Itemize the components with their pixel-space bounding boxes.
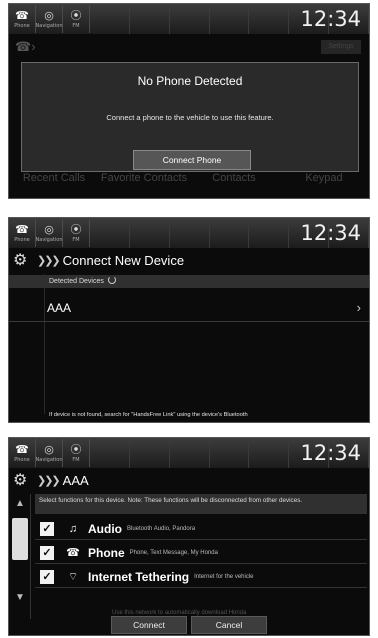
- function-row-phone[interactable]: ✓ ☎ Phone Phone, Text Message, My Honda: [35, 542, 367, 564]
- phone-chevron-icon: ☎›: [15, 39, 36, 54]
- page-title: Connect New Device: [62, 252, 185, 268]
- phone-shortcut-button[interactable]: ☎ Phone: [9, 5, 36, 33]
- music-note-icon: ♫: [68, 522, 78, 535]
- fm-radio-icon: ⦿: [70, 223, 82, 236]
- fm-shortcut-button[interactable]: ⦿ FM: [63, 5, 90, 33]
- fm-shortcut-label: FM: [72, 456, 80, 463]
- checkbox-checked-icon[interactable]: ✓: [40, 545, 54, 560]
- breadcrumb: ⚙ ❯❯❯ Connect New Device: [9, 248, 369, 272]
- phone-icon: ☎: [15, 443, 29, 456]
- tab-recent-calls[interactable]: Recent Calls: [9, 170, 99, 198]
- phone-tabs: Recent Calls Favorite Contacts Contacts …: [9, 170, 369, 198]
- navigation-shortcut-label: Navigation: [35, 22, 63, 29]
- device-name: AAA: [47, 301, 72, 315]
- phone-shortcut-label: Phone: [14, 22, 30, 29]
- functions-note: Select functions for this device. Note: …: [35, 494, 367, 514]
- settings-button[interactable]: Settings: [321, 40, 361, 54]
- no-phone-dialog: No Phone Detected Connect a phone to the…: [21, 62, 359, 172]
- breadcrumb: ⚙ ❯❯❯ AAA: [9, 468, 369, 492]
- detected-devices-label: Detected Devices: [49, 278, 104, 285]
- phone-icon: ☎: [15, 9, 29, 22]
- phone-screen-no-device: ☎ Phone ◎ Navigation ⦿ FM 12:34 ☎› Setti…: [8, 3, 370, 199]
- checkbox-checked-icon[interactable]: ✓: [40, 521, 54, 536]
- phone-header: ☎› Settings: [9, 34, 369, 60]
- function-row-internet-tethering[interactable]: ✓ ⌔ Internet Tethering Internet for the …: [35, 566, 367, 588]
- fm-shortcut-label: FM: [72, 22, 80, 29]
- fm-shortcut-label: FM: [72, 236, 80, 243]
- fm-shortcut-button[interactable]: ⦿ FM: [63, 439, 90, 467]
- function-name: Phone: [88, 545, 125, 560]
- status-bar: ☎ Phone ◎ Navigation ⦿ FM 12:34: [9, 218, 369, 248]
- clock: 12:34: [300, 441, 361, 465]
- navigation-shortcut-label: Navigation: [35, 456, 63, 463]
- phone-icon: ☎: [66, 547, 80, 559]
- wifi-icon: ⌔: [67, 570, 79, 583]
- dialog-message: Connect a phone to the vehicle to use th…: [106, 113, 274, 122]
- navigation-shortcut-button[interactable]: ◎ Navigation: [36, 219, 63, 247]
- tab-contacts[interactable]: Contacts: [189, 170, 279, 198]
- checkbox-checked-icon[interactable]: ✓: [40, 569, 54, 584]
- device-list-item[interactable]: AAA ›: [9, 292, 369, 322]
- fm-radio-icon: ⦿: [70, 9, 82, 22]
- loading-spinner-icon: [107, 276, 116, 284]
- navigation-icon: ◎: [44, 223, 54, 236]
- connect-button[interactable]: Connect: [111, 616, 187, 634]
- tab-favorite-contacts[interactable]: Favorite Contacts: [99, 170, 189, 198]
- fm-radio-icon: ⦿: [70, 443, 82, 456]
- function-description: Bluetooth Audio, Pandora: [127, 525, 196, 532]
- phone-shortcut-button[interactable]: ☎ Phone: [9, 439, 36, 467]
- detected-devices-header: Detected Devices: [9, 275, 369, 288]
- status-bar: ☎ Phone ◎ Navigation ⦿ FM 12:34: [9, 438, 369, 468]
- dialog-title: No Phone Detected: [137, 74, 243, 88]
- phone-shortcut-button[interactable]: ☎ Phone: [9, 219, 36, 247]
- connect-phone-button[interactable]: Connect Phone: [133, 150, 251, 170]
- device-functions-screen: ☎ Phone ◎ Navigation ⦿ FM 12:34 ⚙ ❯❯❯ AA…: [8, 437, 370, 636]
- status-bar: ☎ Phone ◎ Navigation ⦿ FM 12:34: [9, 4, 369, 34]
- function-name: Audio: [88, 521, 122, 536]
- phone-shortcut-label: Phone: [14, 236, 30, 243]
- phone-shortcut-label: Phone: [14, 456, 30, 463]
- fm-shortcut-button[interactable]: ⦿ FM: [63, 219, 90, 247]
- action-bar: Connect Cancel: [9, 613, 369, 635]
- clock: 12:34: [300, 221, 361, 245]
- chevrons-icon: ❯❯❯: [37, 474, 61, 487]
- phone-icon: ☎: [15, 223, 29, 236]
- scrollbar[interactable]: ▲ ▼: [9, 494, 31, 619]
- navigation-icon: ◎: [44, 443, 54, 456]
- navigation-shortcut-button[interactable]: ◎ Navigation: [36, 5, 63, 33]
- page-title: AAA: [62, 472, 89, 488]
- settings-gear-icon[interactable]: ⚙: [13, 470, 33, 490]
- navigation-icon: ◎: [44, 9, 54, 22]
- chevrons-icon: ❯❯❯: [37, 254, 61, 267]
- function-name: Internet Tethering: [88, 569, 190, 584]
- cancel-button[interactable]: Cancel: [191, 616, 267, 634]
- settings-gear-icon[interactable]: ⚙: [13, 250, 33, 270]
- function-description: Phone, Text Message, My Honda: [129, 549, 218, 556]
- clock: 12:34: [300, 7, 361, 31]
- scroll-thumb[interactable]: [12, 518, 28, 560]
- function-description: Internet for the vehicle: [194, 573, 254, 580]
- connect-new-device-screen: ☎ Phone ◎ Navigation ⦿ FM 12:34 ⚙ ❯❯❯ Co…: [8, 217, 370, 423]
- function-row-audio[interactable]: ✓ ♫ Audio Bluetooth Audio, Pandora: [35, 518, 367, 540]
- tab-keypad[interactable]: Keypad: [279, 170, 369, 198]
- navigation-shortcut-label: Navigation: [35, 236, 63, 243]
- navigation-shortcut-button[interactable]: ◎ Navigation: [36, 439, 63, 467]
- scroll-up-icon[interactable]: ▲: [13, 498, 27, 512]
- search-hint: If device is not found, search for "Hand…: [49, 412, 248, 418]
- scroll-down-icon[interactable]: ▼: [13, 592, 27, 606]
- chevron-right-icon: ›: [356, 300, 361, 315]
